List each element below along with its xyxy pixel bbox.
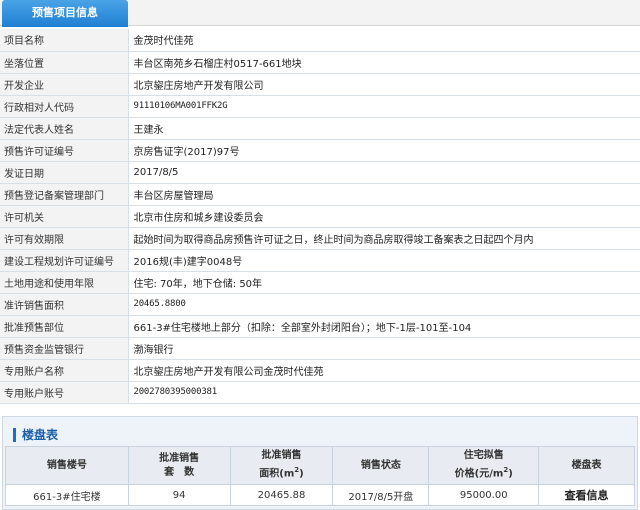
info-label: 发证日期 xyxy=(0,161,129,184)
building-table: 销售楼号 批准销售套 数 批准销售 面积(m2) 销售状态 住宅拟售 价格(元/m2… xyxy=(5,446,635,506)
info-value: 丰台区南苑乡石榴庄村0517-661地块 xyxy=(128,51,640,74)
info-label: 预售登记备案管理部门 xyxy=(0,183,129,206)
cell-price: 95000.00 xyxy=(428,484,540,506)
info-label: 预售资金监管银行 xyxy=(0,337,129,360)
info-label: 法定代表人姓名 xyxy=(0,117,129,140)
info-row: 土地用途和使用年限 住宅: 70年，地下仓储: 50年 xyxy=(0,271,640,294)
info-label: 许可有效期限 xyxy=(0,227,129,250)
info-row: 坐落位置 丰台区南苑乡石榴庄村0517-661地块 xyxy=(0,51,640,74)
info-value: 丰台区房屋管理局 xyxy=(128,183,640,206)
info-value: 渤海银行 xyxy=(128,337,640,360)
info-row: 预售许可证编号 京房售证字(2017)97号 xyxy=(0,139,640,162)
info-label: 专用账户名称 xyxy=(0,359,129,382)
info-label: 准许销售面积 xyxy=(0,293,129,316)
info-row: 法定代表人姓名 王建永 xyxy=(0,117,640,140)
cell-view-link: 查看信息 xyxy=(538,484,635,506)
info-value: 北京鋆庄房地产开发有限公司 xyxy=(128,73,640,96)
info-row: 开发企业 北京鋆庄房地产开发有限公司 xyxy=(0,73,640,96)
info-label: 行政相对人代码 xyxy=(0,95,129,118)
info-row: 发证日期 2017/8/5 xyxy=(0,161,640,184)
info-label: 坐落位置 xyxy=(0,51,129,74)
info-value: 北京鋆庄房地产开发有限公司金茂时代佳苑 xyxy=(128,359,640,382)
info-label: 许可机关 xyxy=(0,205,129,228)
info-value: 北京市住房和城乡建设委员会 xyxy=(128,205,640,228)
info-row: 行政相对人代码 91110106MA001FFK2G xyxy=(0,95,640,118)
info-value: 京房售证字(2017)97号 xyxy=(128,139,640,162)
info-value: 王建永 xyxy=(128,117,640,140)
tab-bar: 预售项目信息 xyxy=(0,0,640,27)
info-value: 91110106MA001FFK2G xyxy=(128,95,640,118)
info-row: 准许销售面积 20465.8800 xyxy=(0,293,640,316)
info-value: 2016规(丰)建字0048号 xyxy=(128,249,640,272)
presale-info-table: 项目名称 金茂时代佳苑 坐落位置 丰台区南苑乡石榴庄村0517-661地块 开发企业 北京… xyxy=(0,29,640,404)
info-value: 2002780395000381 xyxy=(128,381,640,404)
info-row: 批准预售部位 661-3#住宅楼地上部分（扣除：全部室外封闭阳台）；地下-1层-1… xyxy=(0,315,640,338)
header-price: 住宅拟售 价格(元/m2) xyxy=(428,446,540,485)
header-table-link: 楼盘表 xyxy=(538,446,635,485)
info-value: 金茂时代佳苑 xyxy=(128,29,640,52)
cell-status: 2017/8/5开盘 xyxy=(332,484,430,506)
tab-presale-info[interactable]: 预售项目信息 xyxy=(2,0,128,27)
cell-area: 20465.88 xyxy=(229,484,334,506)
header-approved-area: 批准销售 面积(m2) xyxy=(229,446,334,485)
info-value: 住宅: 70年，地下仓储: 50年 xyxy=(128,271,640,294)
info-row: 许可机关 北京市住房和城乡建设委员会 xyxy=(0,205,640,228)
info-row: 项目名称 金茂时代佳苑 xyxy=(0,29,640,52)
building-panel-title: 楼盘表 xyxy=(13,428,58,442)
info-value: 661-3#住宅楼地上部分（扣除：全部室外封闭阳台）；地下-1层-101至-10… xyxy=(128,315,640,338)
view-info-link[interactable]: 查看信息 xyxy=(565,489,609,502)
info-value: 20465.8800 xyxy=(128,293,640,316)
cell-sets: 94 xyxy=(127,484,231,506)
info-value: 起始时间为取得商品房预售许可证之日，终止时间为商品房取得竣工备案表之日起四个月内 xyxy=(128,227,640,250)
info-label: 开发企业 xyxy=(0,73,129,96)
info-label: 项目名称 xyxy=(0,29,129,52)
info-row: 专用账户名称 北京鋆庄房地产开发有限公司金茂时代佳苑 xyxy=(0,359,640,382)
info-label: 专用账户账号 xyxy=(0,381,129,404)
info-value: 2017/8/5 xyxy=(128,161,640,184)
info-label: 预售许可证编号 xyxy=(0,139,129,162)
info-row: 预售登记备案管理部门 丰台区房屋管理局 xyxy=(0,183,640,206)
cell-building-no: 661-3#住宅楼 xyxy=(5,484,129,506)
info-label: 建设工程规划许可证编号 xyxy=(0,249,129,272)
header-building-no: 销售楼号 xyxy=(5,446,129,485)
info-label: 土地用途和使用年限 xyxy=(0,271,129,294)
header-status: 销售状态 xyxy=(332,446,430,485)
header-approved-sets: 批准销售套 数 xyxy=(127,446,231,485)
info-row: 预售资金监管银行 渤海银行 xyxy=(0,337,640,360)
building-table-header: 销售楼号 批准销售套 数 批准销售 面积(m2) 销售状态 住宅拟售 价格(元/m2… xyxy=(5,446,635,485)
info-row: 建设工程规划许可证编号 2016规(丰)建字0048号 xyxy=(0,249,640,272)
info-row: 专用账户账号 2002780395000381 xyxy=(0,381,640,404)
info-row: 许可有效期限 起始时间为取得商品房预售许可证之日，终止时间为商品房取得竣工备案表之… xyxy=(0,227,640,250)
building-table-row: 661-3#住宅楼 94 20465.88 2017/8/5开盘 95000.0… xyxy=(5,484,635,506)
building-panel: 楼盘表 销售楼号 批准销售套 数 批准销售 面积(m2) 销售状态 住宅拟售 价格(… xyxy=(2,416,638,510)
info-label: 批准预售部位 xyxy=(0,315,129,338)
